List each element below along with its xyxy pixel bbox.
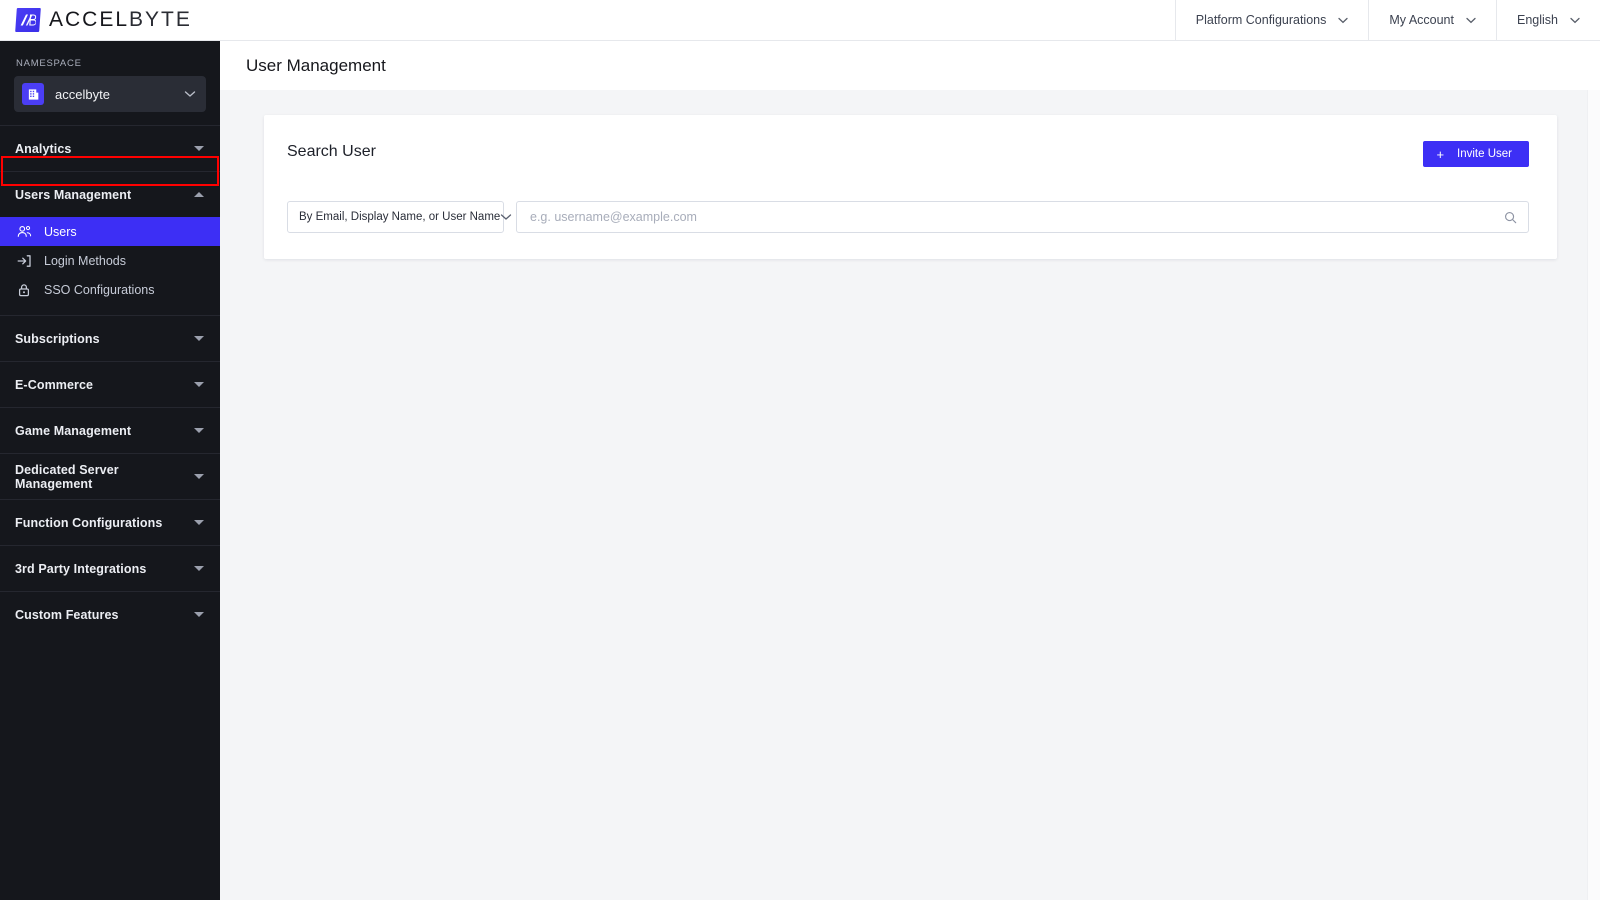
search-icon[interactable] — [1504, 211, 1517, 224]
sidebar-group-label: Analytics — [15, 141, 72, 156]
sidebar-item-users[interactable]: Users — [0, 217, 220, 246]
sidebar-group-game-management: Game Management — [0, 407, 220, 453]
search-input[interactable] — [530, 210, 1504, 224]
sidebar-group-header-custom-features[interactable]: Custom Features — [0, 592, 220, 637]
sidebar-group-label: 3rd Party Integrations — [15, 561, 147, 576]
building-icon — [22, 83, 44, 105]
sidebar-group-subscriptions: Subscriptions — [0, 315, 220, 361]
plus-icon: + — [1436, 146, 1445, 162]
page-scrollbar[interactable] — [1587, 90, 1600, 900]
card-title: Search User — [287, 143, 376, 160]
brand-wordmark: ACCELBYTE — [49, 8, 192, 32]
brand-word-bold: ACCEL — [49, 8, 130, 31]
chevron-down-icon — [500, 213, 512, 221]
sidebar-group-label: Subscriptions — [15, 331, 100, 346]
search-row: By Email, Display Name, or User Name — [287, 201, 1529, 233]
sidebar-group-label: Game Management — [15, 423, 132, 438]
chevron-down-icon — [184, 90, 196, 98]
sidebar-group-users-management: Users Management Users Login Methods SSO… — [0, 171, 220, 315]
top-bar: ACCELBYTE Platform Configurations My Acc… — [0, 0, 1600, 41]
sidebar-subitems: Users Login Methods SSO Configurations — [0, 217, 220, 315]
chevron-down-icon — [1570, 17, 1580, 24]
sidebar-group-header-analytics[interactable]: Analytics — [0, 126, 220, 171]
sidebar-group-analytics: Analytics — [0, 125, 220, 171]
sidebar-group-label: Dedicated Server Management — [15, 462, 119, 491]
accelbyte-logo-icon — [15, 8, 41, 32]
chevron-down-icon — [1338, 17, 1349, 24]
sidebar-group-label: Function Configurations — [15, 515, 163, 530]
sidebar-group-header-function-configurations[interactable]: Function Configurations — [0, 500, 220, 545]
invite-user-button[interactable]: + Invite User — [1423, 141, 1529, 167]
search-filter-select[interactable]: By Email, Display Name, or User Name — [287, 201, 512, 233]
sidebar-group-function-configurations: Function Configurations — [0, 499, 220, 545]
users-icon — [16, 225, 32, 238]
topnav-label: Platform Configurations — [1195, 13, 1327, 27]
namespace-selector[interactable]: accelbyte — [14, 76, 206, 112]
sidebar-group-header-e-commerce[interactable]: E-Commerce — [0, 362, 220, 407]
topnav-language[interactable]: English — [1496, 0, 1600, 40]
sidebar-group-e-commerce: E-Commerce — [0, 361, 220, 407]
sidebar-group-3rd-party-integrations: 3rd Party Integrations — [0, 545, 220, 591]
chevron-down-icon — [194, 612, 206, 617]
namespace-block: NAMESPACE accelbyte — [0, 41, 220, 118]
sidebar-group-header-subscriptions[interactable]: Subscriptions — [0, 316, 220, 361]
chevron-down-icon — [194, 382, 206, 387]
sidebar-group-dedicated-server-management: Dedicated Server Management — [0, 453, 220, 499]
sidebar-group-label: Custom Features — [15, 607, 119, 622]
topnav-my-account[interactable]: My Account — [1368, 0, 1496, 40]
chevron-down-icon — [194, 474, 206, 479]
topnav-label: English — [1517, 13, 1558, 27]
sidebar-group-header-dedicated-server-management[interactable]: Dedicated Server Management — [0, 454, 220, 499]
sidebar-group-header-game-management[interactable]: Game Management — [0, 408, 220, 453]
chevron-down-icon — [194, 146, 206, 151]
sidebar-item-sso-configurations[interactable]: SSO Configurations — [0, 275, 220, 304]
chevron-down-icon — [194, 336, 206, 341]
sidebar-group-label: Users Management — [15, 187, 132, 202]
sidebar-group-header-3rd-party-integrations[interactable]: 3rd Party Integrations — [0, 546, 220, 591]
chevron-down-icon — [194, 566, 206, 571]
page-title: User Management — [246, 55, 386, 75]
chevron-down-icon — [194, 428, 206, 433]
sidebar: NAMESPACE accelbyte Analytics Users Mana… — [0, 41, 220, 900]
search-user-card: Search User + Invite User By Email, Disp… — [264, 115, 1557, 259]
topnav-platform-configurations[interactable]: Platform Configurations — [1174, 0, 1369, 40]
brand-word-light: BYTE — [129, 8, 192, 31]
chevron-down-icon — [1466, 17, 1476, 24]
namespace-label: NAMESPACE — [16, 58, 82, 69]
main-content: Search User + Invite User By Email, Disp… — [220, 90, 1600, 900]
namespace-value: accelbyte — [55, 86, 110, 102]
sidebar-item-label: SSO Configurations — [44, 282, 155, 297]
sidebar-group-label: E-Commerce — [15, 377, 94, 392]
sidebar-item-login-methods[interactable]: Login Methods — [0, 246, 220, 275]
topnav-label: My Account — [1389, 13, 1454, 27]
chevron-down-icon — [194, 520, 206, 525]
top-navigation: Platform Configurations My Account Engli… — [1174, 0, 1600, 40]
card-header: Search User + Invite User — [287, 141, 1529, 167]
sidebar-group-custom-features: Custom Features — [0, 591, 220, 637]
page-header: User Management — [220, 41, 1600, 90]
chevron-up-icon — [194, 192, 206, 197]
search-input-wrapper — [516, 201, 1529, 233]
sidebar-group-header-users-management[interactable]: Users Management — [0, 172, 220, 217]
sidebar-nav: Analytics Users Management Users Login M… — [0, 125, 220, 637]
brand-logo[interactable]: ACCELBYTE — [0, 0, 192, 40]
invite-user-label: Invite User — [1457, 148, 1512, 160]
sidebar-item-label: Login Methods — [44, 253, 127, 268]
search-filter-value: By Email, Display Name, or User Name — [299, 211, 501, 223]
sidebar-item-label: Users — [44, 224, 77, 239]
lock-icon — [16, 283, 32, 297]
login-icon — [16, 254, 32, 268]
